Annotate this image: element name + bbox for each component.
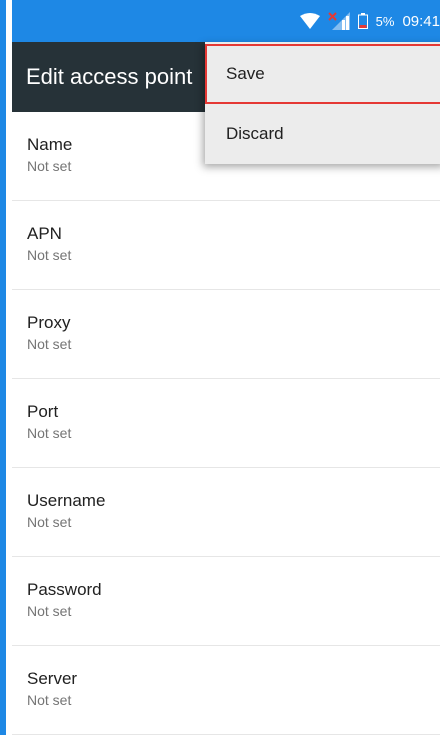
overflow-menu: Save Discard — [205, 42, 440, 164]
item-title: APN — [27, 224, 62, 243]
save-menu-item[interactable]: Save — [205, 44, 440, 104]
item-title: Username — [27, 491, 106, 510]
discard-menu-item[interactable]: Discard — [205, 104, 440, 164]
list-item-password[interactable]: Password Not set — [12, 557, 440, 646]
wifi-icon — [299, 13, 320, 29]
item-summary: Not set — [27, 336, 72, 352]
apn-settings-list: Name Not set APN Not set Proxy Not set P… — [12, 112, 440, 735]
item-summary: Not set — [27, 692, 72, 708]
battery-low-icon — [357, 13, 368, 29]
status-icons: 5% 09:41 — [299, 0, 440, 42]
item-summary: Not set — [27, 247, 72, 263]
item-summary: Not set — [27, 603, 72, 619]
item-summary: Not set — [27, 514, 72, 530]
list-item-port[interactable]: Port Not set — [12, 379, 440, 468]
item-title: Server — [27, 669, 78, 688]
list-item-username[interactable]: Username Not set — [12, 468, 440, 557]
status-bar: 5% 09:41 — [12, 0, 440, 42]
list-item-server[interactable]: Server Not set — [12, 646, 440, 735]
app-frame: 5% 09:41 Edit access point Name Not set … — [0, 0, 440, 735]
list-item-proxy[interactable]: Proxy Not set — [12, 290, 440, 379]
battery-percent: 5% — [375, 13, 395, 29]
page-title: Edit access point — [26, 64, 193, 89]
item-title: Proxy — [27, 313, 71, 332]
status-time: 09:41 — [402, 12, 440, 30]
item-title: Port — [27, 402, 59, 421]
no-signal-icon — [327, 12, 350, 30]
list-item-apn[interactable]: APN Not set — [12, 201, 440, 290]
item-summary: Not set — [27, 425, 72, 441]
item-title: Password — [27, 580, 102, 599]
